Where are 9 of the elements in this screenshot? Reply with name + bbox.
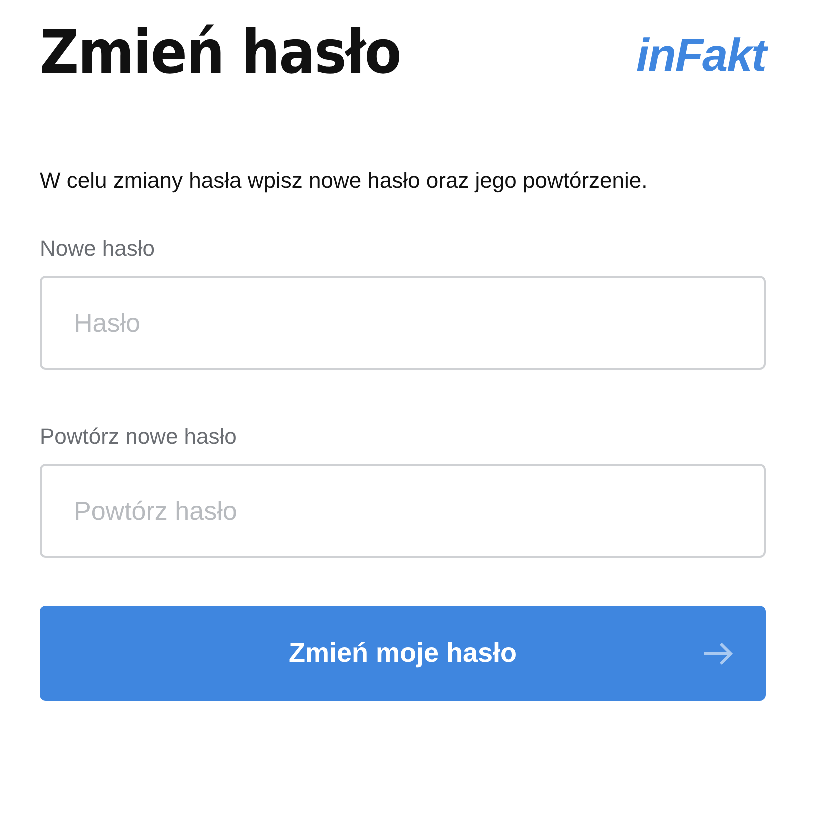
submit-button[interactable]: Zmień moje hasło <box>40 606 766 701</box>
password-field[interactable]: Hasło <box>40 276 766 370</box>
description: W celu zmiany hasła wpisz nowe hasło oraz jego powtórzenie. <box>40 167 649 195</box>
field-label: Nowe hasło <box>40 236 156 262</box>
password-field[interactable]: Powtórz hasło <box>40 464 766 558</box>
field-label: Powtórz nowe hasło <box>40 424 238 450</box>
logo: inFakt <box>636 28 766 82</box>
arrow-icon <box>702 642 734 666</box>
page-title: Zmień hasło <box>40 18 401 88</box>
